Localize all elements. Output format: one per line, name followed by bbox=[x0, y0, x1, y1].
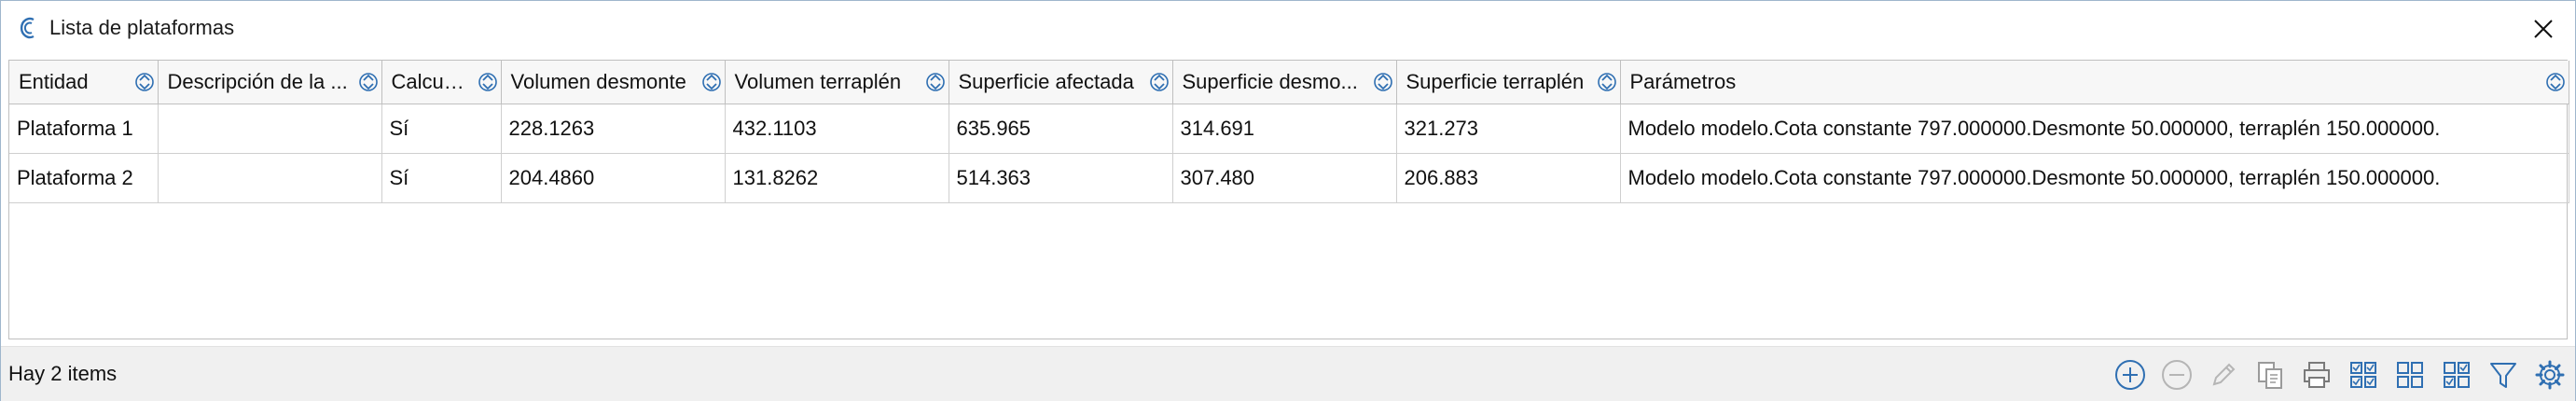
edit-button[interactable] bbox=[2204, 355, 2243, 394]
cell-superficie-afectada[interactable]: 635.965 bbox=[949, 104, 1173, 154]
sort-icon[interactable] bbox=[478, 69, 497, 95]
cell-superficie-desmonte[interactable]: 314.691 bbox=[1172, 104, 1397, 154]
column-header-parametros[interactable]: Parámetros bbox=[1620, 61, 2569, 104]
column-header-calcula[interactable]: Calcula... bbox=[381, 61, 502, 104]
table-row[interactable]: Plataforma 1 Sí 228.1263 432.1103 635.96… bbox=[9, 104, 2569, 154]
status-bar: Hay 2 items bbox=[1, 346, 2575, 401]
column-header-label: Entidad bbox=[19, 69, 89, 93]
cell-superficie-afectada[interactable]: 514.363 bbox=[949, 153, 1173, 203]
pencil-icon bbox=[2212, 363, 2236, 386]
cell-entidad[interactable]: Plataforma 1 bbox=[9, 104, 159, 154]
close-icon bbox=[2534, 20, 2553, 38]
column-header-descripcion[interactable]: Descripción de la ... bbox=[158, 61, 382, 104]
check-grid-icon bbox=[2444, 362, 2470, 388]
cell-calcula[interactable]: Sí bbox=[381, 153, 502, 203]
sort-icon[interactable] bbox=[1149, 69, 1169, 95]
cell-volumen-desmonte[interactable]: 204.4860 bbox=[501, 153, 726, 203]
filter-icon bbox=[2490, 363, 2516, 388]
copy-button[interactable] bbox=[2251, 355, 2290, 394]
column-header-volumen-desmonte[interactable]: Volumen desmonte bbox=[501, 61, 726, 104]
sort-icon[interactable] bbox=[1597, 69, 1616, 95]
sort-icon[interactable] bbox=[134, 69, 154, 95]
sort-icon[interactable] bbox=[925, 69, 945, 95]
add-circle-icon bbox=[2115, 360, 2145, 390]
column-header-label: Volumen desmonte bbox=[510, 69, 686, 93]
cell-superficie-terraplen[interactable]: 206.883 bbox=[1396, 153, 1621, 203]
column-header-superficie-desmonte[interactable]: Superficie desmo... bbox=[1172, 61, 1397, 104]
cell-parametros[interactable]: Modelo modelo.Cota constante 797.000000.… bbox=[1620, 104, 2569, 154]
sort-icon[interactable] bbox=[358, 69, 378, 95]
close-button[interactable] bbox=[2525, 10, 2562, 48]
select-all-button[interactable] bbox=[2344, 355, 2383, 394]
column-header-superficie-afectada[interactable]: Superficie afectada bbox=[949, 61, 1173, 104]
table-header-row: Entidad Descripción de la ... Calcula...… bbox=[9, 61, 2569, 104]
sort-icon[interactable] bbox=[1373, 69, 1392, 95]
settings-button[interactable] bbox=[2530, 355, 2569, 394]
cell-descripcion[interactable] bbox=[158, 153, 382, 203]
app-logo-icon bbox=[20, 17, 35, 39]
cell-descripcion[interactable] bbox=[158, 104, 382, 154]
sort-icon[interactable] bbox=[701, 69, 721, 95]
sort-icon[interactable] bbox=[2545, 69, 2565, 95]
column-header-label: Parámetros bbox=[1629, 69, 1737, 93]
cell-volumen-terraplen[interactable]: 131.8262 bbox=[725, 153, 949, 203]
column-header-volumen-terraplen[interactable]: Volumen terraplén bbox=[725, 61, 949, 104]
cell-entidad[interactable]: Plataforma 2 bbox=[9, 153, 159, 203]
table-row[interactable]: Plataforma 2 Sí 204.4860 131.8262 514.36… bbox=[9, 153, 2569, 203]
column-header-label: Superficie desmo... bbox=[1182, 69, 1358, 93]
cell-parametros[interactable]: Modelo modelo.Cota constante 797.000000.… bbox=[1620, 153, 2569, 203]
cell-volumen-terraplen[interactable]: 432.1103 bbox=[725, 104, 949, 154]
window: Lista de plataformas Entidad Descripción… bbox=[0, 0, 2576, 401]
toolbar bbox=[2111, 355, 2569, 394]
cell-volumen-desmonte[interactable]: 228.1263 bbox=[501, 104, 726, 154]
column-header-label: Superficie afectada bbox=[958, 69, 1134, 93]
column-header-label: Superficie terraplén bbox=[1406, 69, 1585, 93]
window-title: Lista de plataformas bbox=[49, 16, 235, 39]
item-count-status: Hay 2 items bbox=[8, 362, 118, 385]
column-header-label: Volumen terraplén bbox=[734, 69, 902, 93]
cell-calcula[interactable]: Sí bbox=[381, 104, 502, 154]
remove-circle-icon bbox=[2162, 360, 2192, 390]
column-header-label: Descripción de la ... bbox=[167, 69, 348, 93]
column-header-entidad[interactable]: Entidad bbox=[9, 61, 159, 104]
deselect-all-button[interactable] bbox=[2390, 355, 2430, 394]
printer-icon bbox=[2304, 362, 2330, 388]
invert-selection-button[interactable] bbox=[2437, 355, 2476, 394]
platforms-table: Entidad Descripción de la ... Calcula...… bbox=[8, 60, 2569, 339]
column-header-superficie-terraplen[interactable]: Superficie terraplén bbox=[1396, 61, 1621, 104]
gear-icon bbox=[2535, 360, 2565, 390]
select-all-icon bbox=[2350, 362, 2376, 388]
grid-icon bbox=[2397, 362, 2423, 388]
cell-superficie-desmonte[interactable]: 307.480 bbox=[1172, 153, 1397, 203]
filter-button[interactable] bbox=[2484, 355, 2523, 394]
cell-superficie-terraplen[interactable]: 321.273 bbox=[1396, 104, 1621, 154]
copy-icon bbox=[2258, 362, 2282, 389]
title-bar: Lista de plataformas bbox=[1, 1, 2575, 55]
print-button[interactable] bbox=[2297, 355, 2336, 394]
remove-button[interactable] bbox=[2157, 355, 2196, 394]
column-header-label: Calcula... bbox=[391, 69, 478, 93]
add-button[interactable] bbox=[2111, 355, 2150, 394]
